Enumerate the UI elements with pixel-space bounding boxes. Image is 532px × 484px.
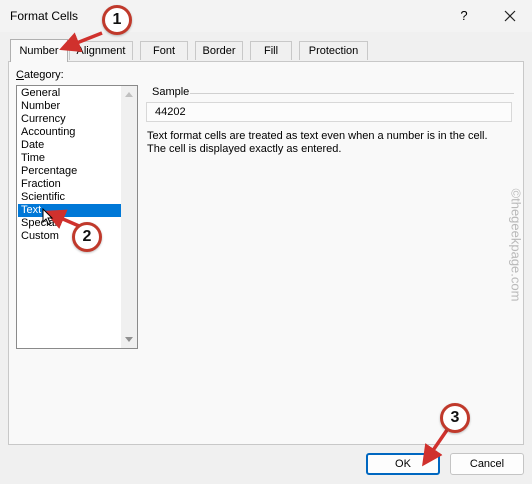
category-item-scientific[interactable]: Scientific	[18, 191, 121, 204]
tab-protection[interactable]: Protection	[299, 41, 368, 60]
category-scrollbar[interactable]	[121, 86, 137, 348]
cancel-button[interactable]: Cancel	[450, 453, 524, 475]
sample-group: Sample 44202	[146, 86, 514, 122]
help-button[interactable]: ?	[455, 7, 473, 25]
sample-box: 44202	[146, 102, 512, 122]
annotation-badge-1: 1	[102, 5, 132, 35]
category-item-accounting[interactable]: Accounting	[18, 126, 121, 139]
description-line-2: The cell is displayed exactly as entered…	[147, 143, 342, 155]
category-item-custom[interactable]: Custom	[18, 230, 121, 243]
window-title: Format Cells	[10, 9, 79, 23]
category-item-general[interactable]: General	[18, 87, 121, 100]
category-item-percentage[interactable]: Percentage	[18, 165, 121, 178]
annotation-badge-2: 2	[72, 222, 102, 252]
sample-divider	[190, 93, 514, 94]
category-item-text[interactable]: Text	[18, 204, 121, 217]
category-label: Category:	[16, 69, 64, 81]
tab-border[interactable]: Border	[195, 41, 243, 60]
ok-button[interactable]: OK	[366, 453, 440, 475]
category-item-date[interactable]: Date	[18, 139, 121, 152]
title-bar: Format Cells ?	[0, 0, 532, 32]
category-item-currency[interactable]: Currency	[18, 113, 121, 126]
category-item-fraction[interactable]: Fraction	[18, 178, 121, 191]
scroll-down-icon[interactable]	[125, 337, 133, 342]
format-description: Text format cells are treated as text ev…	[147, 130, 488, 156]
watermark: ©thegeekpage.com	[508, 188, 524, 302]
scroll-up-icon[interactable]	[125, 92, 133, 97]
sample-value: 44202	[155, 106, 186, 118]
annotation-badge-3: 3	[440, 403, 470, 433]
mouse-pointer-icon	[42, 208, 54, 226]
sample-label: Sample	[152, 86, 190, 98]
close-icon[interactable]	[500, 6, 520, 26]
tab-font[interactable]: Font	[140, 41, 188, 60]
category-item-number[interactable]: Number	[18, 100, 121, 113]
category-item-special[interactable]: Special	[18, 217, 121, 230]
tab-number[interactable]: Number	[10, 39, 68, 62]
category-listbox[interactable]: General Number Currency Accounting Date …	[16, 85, 138, 349]
tab-alignment[interactable]: Alignment	[69, 41, 133, 60]
category-item-time[interactable]: Time	[18, 152, 121, 165]
description-line-1: Text format cells are treated as text ev…	[147, 130, 488, 142]
tab-fill[interactable]: Fill	[250, 41, 292, 60]
